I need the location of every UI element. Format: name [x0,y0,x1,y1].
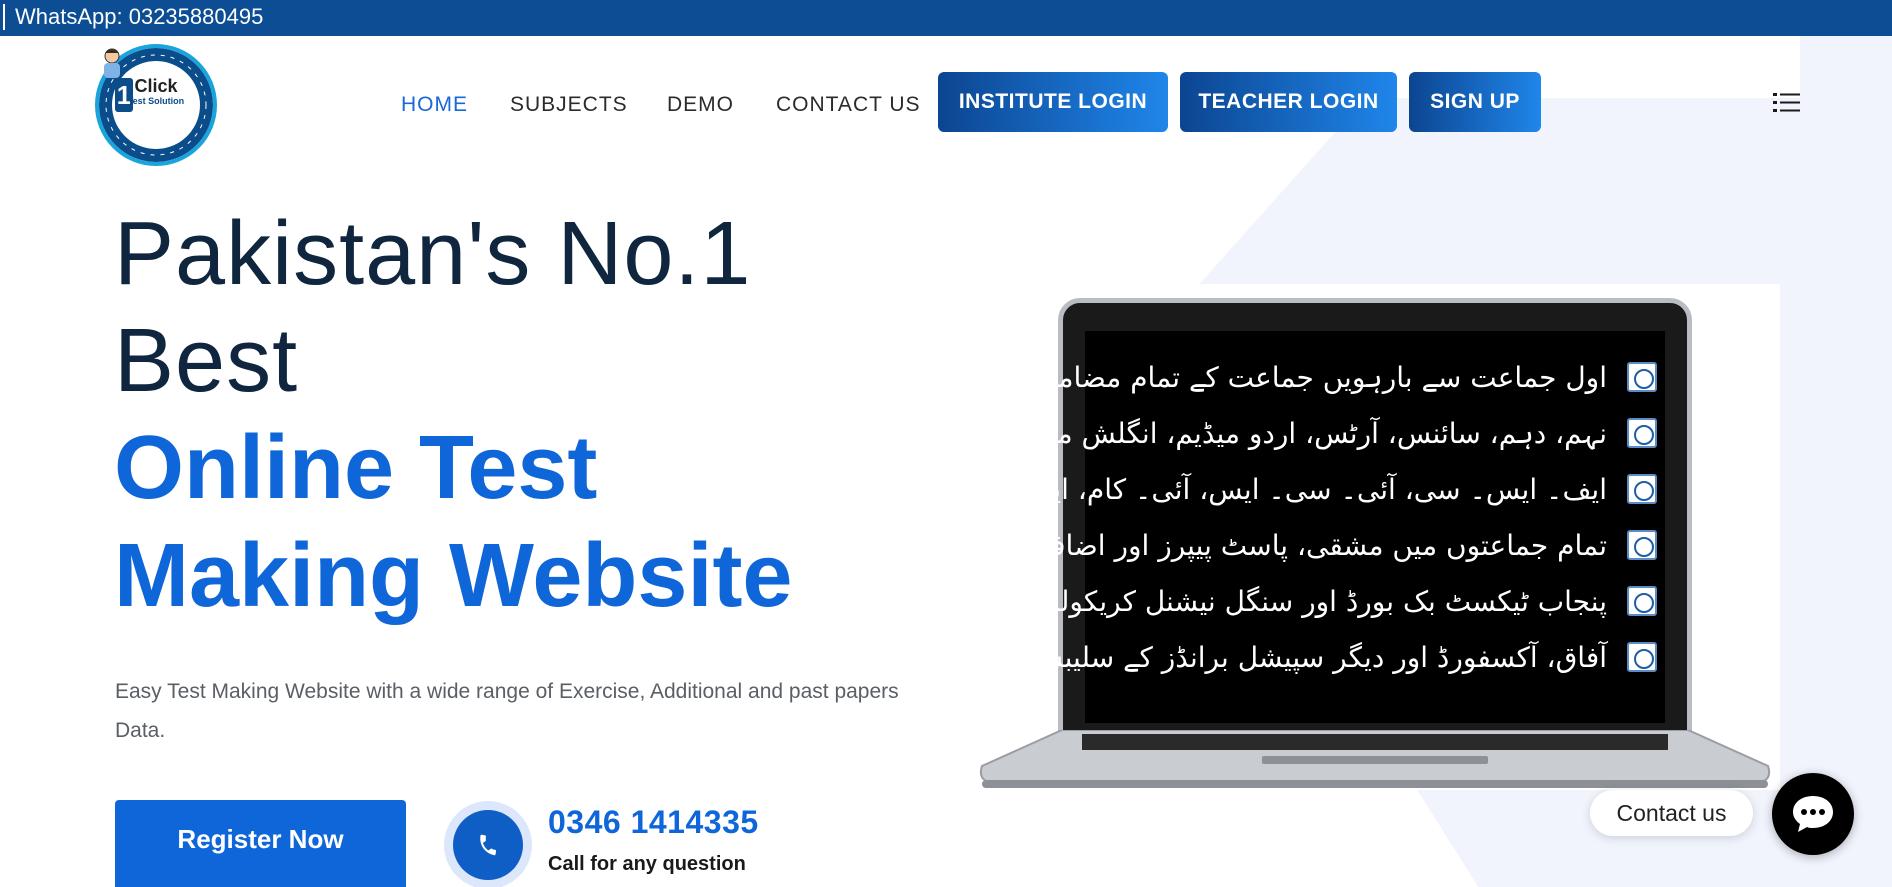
screen-row: نہم، دہم، سائنس، آرٹس، اردو میڈیم، انگلش… [1008,412,1665,456]
logo-click-text: Click [134,76,178,96]
sign-up-button[interactable]: SIGN UP [1409,72,1541,132]
badge-icon [1627,474,1657,504]
teacher-login-button[interactable]: TEACHER LOGIN [1180,72,1397,132]
screen-row-text: نہم، دہم، سائنس، آرٹس، اردو میڈیم، انگلش… [1008,417,1607,450]
badge-icon [1627,586,1657,616]
hero-title-line-1: Pakistan's No.1 [114,204,752,304]
logo-center: Click Test Solution [121,76,191,136]
nav-subjects[interactable]: SUBJECTS [510,92,628,118]
badge-icon [1627,642,1657,672]
nav-demo[interactable]: DEMO [667,92,734,118]
hero-title-line-4: Making Website [114,526,793,626]
laptop-screen: اول جماعت سے بارہویں جماعت کے تمام مضامی… [862,331,1665,723]
screen-row: پنجاب ٹیکسٹ بک بورڈ اور سنگل نیشنل کریکو… [862,580,1665,624]
hero-title-line-3: Online Test [114,418,598,518]
laptop-keyboard-base [979,730,1771,788]
screen-row: اول جماعت سے بارہویں جماعت کے تمام مضامی… [1029,356,1665,400]
phone-button[interactable] [444,801,532,887]
top-bar: WhatsApp: 03235880495 [0,0,1892,36]
badge-icon [1627,530,1657,560]
screen-row-text: آفاق، آکسفورڈ اور دیگر سپیشل برانڈز کے س… [903,641,1607,674]
hero-description: Easy Test Making Website with a wide ran… [115,680,899,742]
phone-caption: Call for any question [548,853,746,875]
background-corner [1800,36,1892,98]
register-now-button[interactable]: Register Now [115,800,406,887]
badge-icon [1627,362,1657,392]
nav-home[interactable]: HOME [401,92,468,118]
contact-us-label[interactable]: Contact us [1590,790,1753,836]
site-logo[interactable]: 1 Click Test Solution [95,44,217,166]
screen-row: تمام جماعتوں میں مشقی، پاسٹ پیپرز اور اض… [932,524,1665,568]
whatsapp-number[interactable]: WhatsApp: 03235880495 [3,4,263,30]
phone-icon [480,834,497,856]
logo-sub-text: Test Solution [127,96,185,106]
screen-row-text: اول جماعت سے بارہویں جماعت کے تمام مضامی… [1028,361,1607,394]
badge-icon [1627,418,1657,448]
screen-row-text: ایف۔ ایس۔ سی، آئی۔ سی۔ ایس، آئی۔ کام، ای… [974,473,1607,506]
phone-icon-circle [453,810,523,880]
screen-row: آفاق، آکسفورڈ اور دیگر سپیشل برانڈز کے س… [904,636,1665,680]
screen-row-text: تمام جماعتوں میں مشقی، پاسٹ پیپرز اور اض… [931,529,1607,562]
chat-button[interactable] [1772,773,1854,855]
screen-row: ایف۔ ایس۔ سی، آئی۔ سی۔ ایس، آئی۔ کام، ای… [975,468,1665,512]
person-icon [104,48,120,78]
nav-contact-us[interactable]: CONTACT US [776,92,921,118]
hero-title-line-2: Best [114,311,299,411]
page: WhatsApp: 03235880495 1 Click Test Solut… [0,0,1892,887]
screen-row-text: پنجاب ٹیکسٹ بک بورڈ اور سنگل نیشنل کریکو… [861,585,1607,618]
institute-login-button[interactable]: INSTITUTE LOGIN [938,72,1168,132]
chat-bubble-icon [1793,796,1833,832]
phone-number[interactable]: 0346 1414335 [548,804,759,841]
list-icon[interactable] [1773,92,1801,114]
